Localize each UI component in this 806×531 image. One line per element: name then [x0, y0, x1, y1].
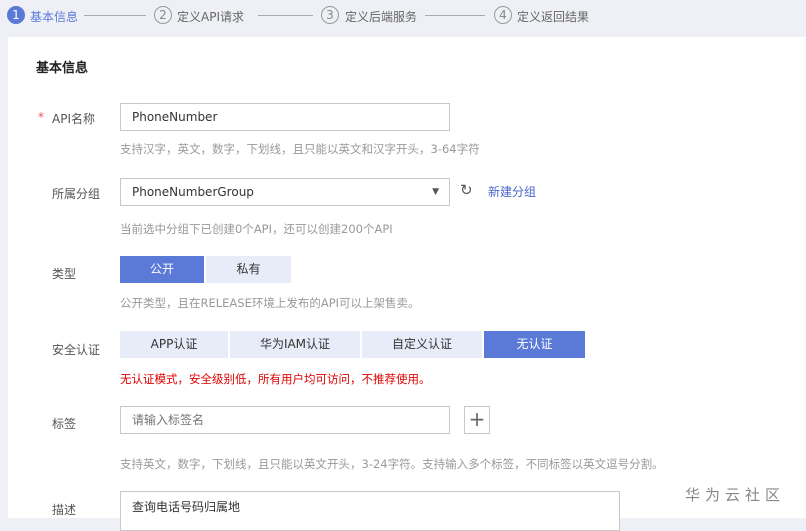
tag-input[interactable] — [120, 406, 450, 434]
group-label: 所属分组 — [52, 187, 101, 201]
step-divider — [84, 15, 146, 16]
step-1-label: 基本信息 — [30, 10, 79, 24]
step-2-label: 定义API请求 — [177, 10, 244, 24]
group-select[interactable]: PhoneNumberGroup ▼ — [120, 178, 450, 206]
step-3-circle: 3 — [321, 6, 339, 24]
step-3-label: 定义后端服务 — [345, 10, 418, 24]
group-hint: 当前选中分组下已创建0个API，还可以创建200个API — [120, 222, 393, 236]
type-private-button[interactable]: 私有 — [206, 256, 291, 283]
description-textarea[interactable]: 查询电话号码归属地 — [120, 491, 620, 531]
group-select-value: PhoneNumberGroup — [132, 185, 254, 199]
auth-app-button[interactable]: APP认证 — [120, 331, 228, 358]
api-name-input[interactable] — [120, 103, 450, 131]
auth-label: 安全认证 — [52, 343, 101, 357]
description-label: 描述 — [52, 503, 77, 517]
type-label: 类型 — [52, 267, 77, 281]
auth-none-button[interactable]: 无认证 — [484, 331, 585, 358]
api-name-label: API名称 — [52, 112, 95, 126]
chevron-down-icon: ▼ — [432, 187, 439, 197]
type-public-button[interactable]: 公开 — [120, 256, 204, 283]
section-title: 基本信息 — [36, 61, 89, 76]
watermark: 华为云社区 — [685, 486, 786, 504]
required-marker: * — [38, 110, 44, 124]
plus-icon: + — [468, 407, 486, 431]
type-hint: 公开类型，且在RELEASE环境上发布的API可以上架售卖。 — [120, 296, 420, 310]
tags-hint: 支持英文，数字，下划线，且只能以英文开头，3-24字符。支持输入多个标签，不同标… — [120, 457, 664, 471]
step-divider — [425, 15, 485, 16]
step-4-circle: 4 — [494, 6, 512, 24]
step-1-circle: 1 — [7, 6, 25, 24]
refresh-icon[interactable]: ↻ — [460, 181, 473, 199]
auth-warning: 无认证模式，安全级别低，所有用户均可访问，不推荐使用。 — [120, 372, 431, 386]
api-name-hint: 支持汉字，英文，数字，下划线，且只能以英文和汉字开头，3-64字符 — [120, 142, 480, 156]
new-group-link[interactable]: 新建分组 — [488, 183, 536, 200]
tags-label: 标签 — [52, 417, 77, 431]
add-tag-button[interactable]: + — [464, 406, 490, 434]
step-divider — [258, 15, 313, 16]
auth-custom-button[interactable]: 自定义认证 — [362, 331, 482, 358]
step-4-label: 定义返回结果 — [517, 10, 590, 24]
step-2-circle: 2 — [154, 6, 172, 24]
auth-iam-button[interactable]: 华为IAM认证 — [230, 331, 360, 358]
